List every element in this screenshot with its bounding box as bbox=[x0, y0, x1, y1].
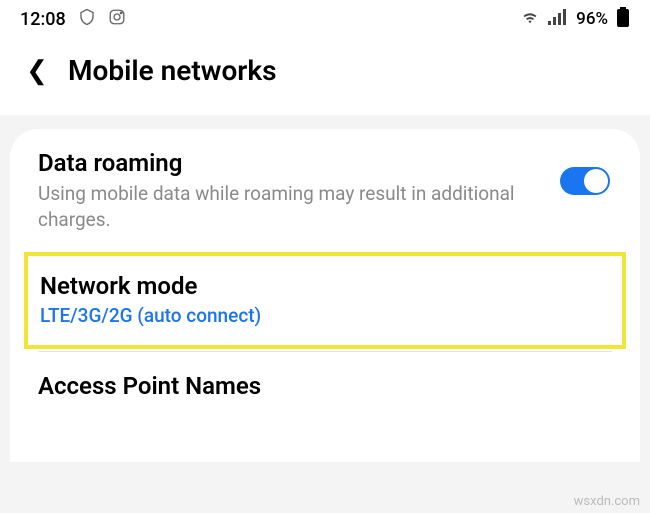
instagram-icon bbox=[108, 8, 126, 30]
toggle-knob bbox=[584, 169, 608, 193]
page-title: Mobile networks bbox=[68, 54, 277, 87]
signal-icon bbox=[548, 9, 568, 29]
apn-setting[interactable]: Access Point Names bbox=[10, 352, 640, 422]
network-mode-setting[interactable]: Network mode LTE/3G/2G (auto connect) bbox=[24, 252, 626, 349]
page-header: ❮ Mobile networks bbox=[0, 36, 650, 115]
back-icon[interactable]: ❮ bbox=[26, 56, 48, 86]
settings-card: Data roaming Using mobile data while roa… bbox=[10, 129, 640, 462]
data-roaming-toggle[interactable] bbox=[560, 167, 610, 195]
status-time: 12:08 bbox=[20, 9, 66, 30]
watermark: wsxdn.com bbox=[574, 494, 640, 509]
data-roaming-setting[interactable]: Data roaming Using mobile data while roa… bbox=[10, 129, 640, 250]
battery-icon bbox=[616, 7, 630, 31]
status-right: 96% bbox=[520, 7, 630, 31]
network-mode-title: Network mode bbox=[40, 272, 610, 300]
wifi-icon bbox=[520, 9, 540, 29]
shield-icon bbox=[78, 8, 96, 30]
data-roaming-title: Data roaming bbox=[38, 149, 612, 177]
status-left: 12:08 bbox=[20, 8, 126, 30]
battery-percent: 96% bbox=[576, 9, 608, 29]
network-mode-value: LTE/3G/2G (auto connect) bbox=[40, 304, 610, 327]
status-bar: 12:08 96% bbox=[0, 0, 650, 36]
apn-title: Access Point Names bbox=[38, 372, 612, 400]
data-roaming-desc: Using mobile data while roaming may resu… bbox=[38, 181, 612, 232]
